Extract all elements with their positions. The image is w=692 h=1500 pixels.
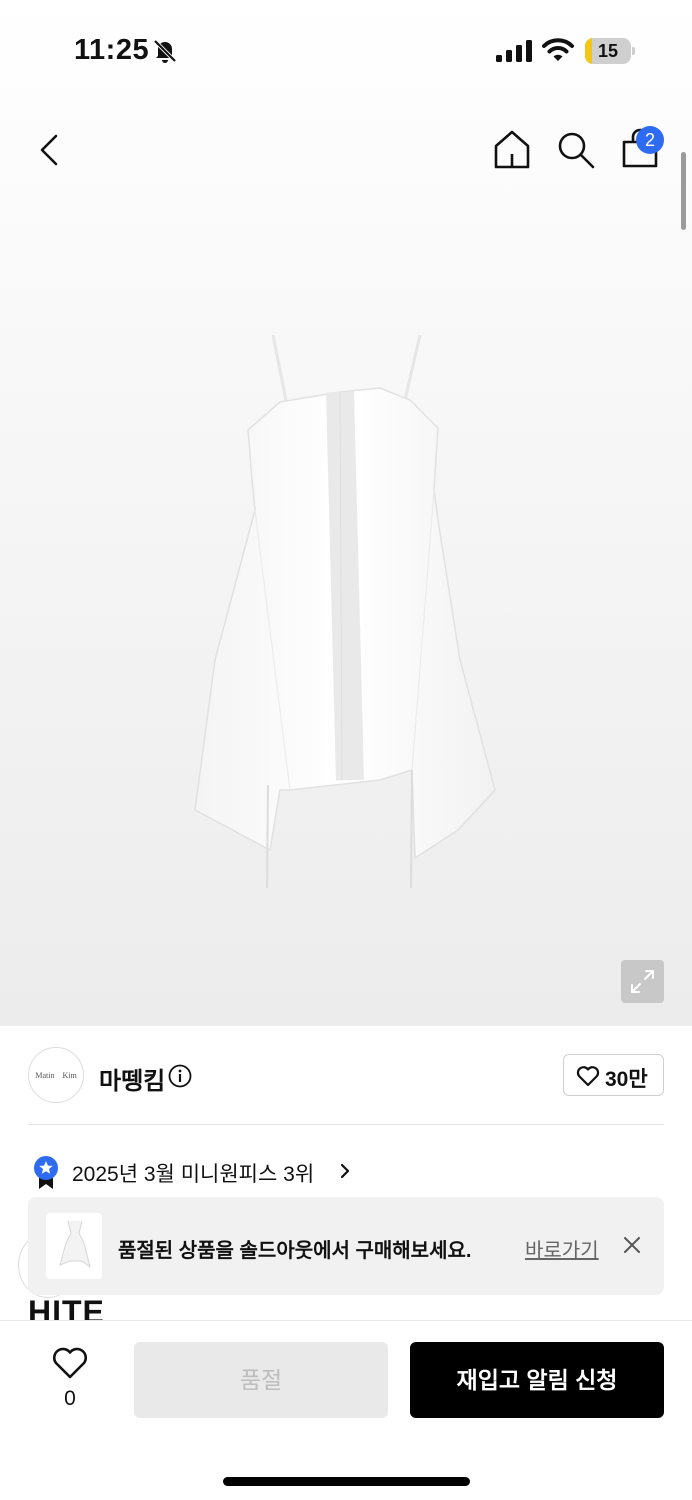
product-dress-image [194, 334, 496, 889]
info-icon[interactable] [168, 1064, 192, 1088]
home-icon[interactable] [492, 128, 532, 170]
expand-icon [631, 970, 654, 993]
bell-off-icon [153, 39, 177, 63]
ranking-link[interactable]: 2025년 3월 미니원피스 3위 [72, 1158, 314, 1188]
expand-image-button[interactable] [621, 960, 664, 1003]
soldout-button[interactable]: 품절 [134, 1342, 388, 1418]
chevron-right-icon[interactable] [338, 1162, 352, 1180]
heart-icon [576, 1066, 600, 1087]
cart-count-badge: 2 [636, 126, 664, 154]
banner-go-link[interactable]: 바로가기 [525, 1234, 599, 1263]
scrollbar[interactable] [681, 152, 686, 230]
ranking-badge-icon [34, 1156, 58, 1189]
close-icon[interactable] [622, 1235, 642, 1255]
follow-count: 30만 [605, 1068, 648, 1091]
like-count: 0 [64, 1387, 76, 1410]
battery-level: 15 [597, 41, 619, 61]
battery-cap [632, 47, 635, 55]
banner-thumbnail [46, 1213, 102, 1279]
back-arrow-icon[interactable] [30, 130, 70, 170]
battery-body: 15 [585, 38, 631, 64]
battery-icon: 15 [585, 38, 635, 64]
signal-icon [496, 40, 532, 62]
brand-logo[interactable]: Matin Kim [28, 1047, 84, 1103]
restock-alert-button[interactable]: 재입고 알림 신청 [410, 1342, 664, 1418]
soldout-banner[interactable]: 품절된 상품을 솔드아웃에서 구매해보세요. 바로가기 [28, 1197, 664, 1295]
banner-dress-image [59, 1220, 91, 1269]
wifi-icon [542, 38, 574, 61]
home-indicator[interactable] [223, 1477, 470, 1486]
divider [28, 1124, 664, 1125]
brand-name[interactable]: 마뗑킴 [99, 1061, 165, 1096]
brand-follow-button[interactable]: 30만 [563, 1054, 664, 1096]
product-name-partial: HITE [28, 1296, 105, 1320]
search-icon[interactable] [556, 130, 596, 170]
heart-icon[interactable] [52, 1346, 88, 1380]
status-time: 11:25 [74, 34, 150, 66]
banner-message: 품절된 상품을 솔드아웃에서 구매해보세요. [118, 1240, 472, 1262]
status-bar: 11:25 15 [0, 0, 692, 100]
